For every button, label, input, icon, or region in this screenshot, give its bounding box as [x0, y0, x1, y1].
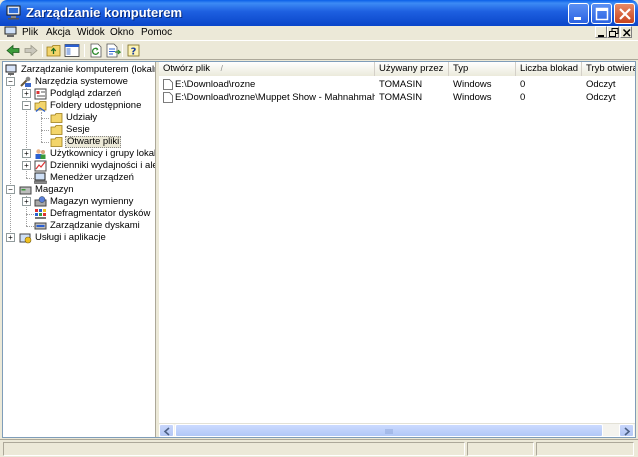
folder-icon: [50, 113, 63, 123]
folder-icon: [50, 137, 63, 147]
collapse-toggle[interactable]: −: [22, 101, 31, 110]
storage-icon: [19, 186, 32, 195]
status-panel: [3, 442, 465, 456]
file-icon: [163, 79, 173, 90]
tree-connector: [41, 112, 42, 142]
removable-storage-icon: [34, 196, 47, 207]
svg-text:?: ?: [131, 47, 137, 58]
arrow-left-icon: [163, 427, 170, 436]
help-icon[interactable]: ?: [126, 43, 142, 58]
export-list-icon[interactable]: [105, 43, 121, 58]
scroll-right-button[interactable]: [619, 424, 634, 437]
close-button[interactable]: [614, 3, 635, 24]
cell-used-by: TOMASIN: [379, 79, 423, 90]
list-header: Otwórz plik / Używany przez Typ Liczba b…: [159, 62, 635, 76]
computer-management-icon: [5, 64, 17, 75]
restore-icon: [609, 28, 619, 37]
tree-connector: [10, 75, 11, 238]
results-list[interactable]: Otwórz plik / Używany przez Typ Liczba b…: [159, 62, 635, 437]
cell-type: Windows: [453, 92, 492, 103]
tree-connector: [41, 130, 49, 131]
horizontal-scrollbar[interactable]: [159, 423, 635, 437]
tree-connector: [26, 226, 34, 227]
menu-pomoc[interactable]: Pomoc: [141, 27, 172, 38]
shared-folder-icon: [34, 101, 47, 112]
column-header-locks[interactable]: Liczba blokad: [516, 62, 582, 76]
tree-connector: [41, 118, 49, 119]
forward-icon[interactable]: [23, 43, 39, 58]
status-panel: [467, 442, 534, 456]
expand-toggle[interactable]: +: [22, 149, 31, 158]
cell-type: Windows: [453, 79, 492, 90]
sort-ascending-icon: /: [220, 64, 223, 73]
menu-widok[interactable]: Widok: [77, 27, 105, 38]
up-folder-icon[interactable]: [46, 43, 62, 58]
performance-logs-icon: [34, 160, 47, 172]
column-header-open-mode[interactable]: Tryb otwierania: [582, 62, 635, 76]
file-icon: [163, 92, 173, 103]
minimize-button[interactable]: [568, 3, 589, 24]
console-tree[interactable]: Zarządzanie komputerem (lokalne) − Narzę…: [3, 62, 156, 437]
expand-toggle[interactable]: +: [6, 233, 15, 242]
cell-open-file: E:\Download\rozne: [175, 79, 256, 90]
table-row[interactable]: E:\Download\rozne TOMASIN Windows 0 Odcz…: [159, 78, 635, 91]
close-icon: [619, 8, 631, 20]
defrag-icon: [35, 209, 46, 219]
users-icon: [35, 149, 46, 159]
tree-connector: [26, 214, 34, 215]
folder-icon: [50, 125, 63, 135]
mdi-restore-button[interactable]: [607, 26, 619, 38]
column-header-type[interactable]: Typ: [449, 62, 516, 76]
column-header-used-by[interactable]: Używany przez: [375, 62, 449, 76]
mdi-close-button[interactable]: [620, 26, 632, 38]
computer-management-icon: [6, 5, 21, 20]
cell-used-by: TOMASIN: [379, 92, 423, 103]
cell-open-mode: Odczyt: [586, 92, 616, 103]
grip-icon: [385, 429, 393, 434]
window-title: Zarządzanie komputerem: [26, 5, 183, 20]
cell-open-file: E:\Download\rozne\Muppet Show - Mahnahma…: [175, 92, 375, 103]
arrow-right-icon: [624, 427, 631, 436]
device-manager-icon: [34, 172, 47, 184]
services-icon: [19, 233, 32, 244]
mdi-minimize-button[interactable]: [595, 26, 607, 38]
tree-connector: [26, 178, 34, 179]
close-icon: [622, 28, 631, 37]
status-panel: [536, 442, 634, 456]
maximize-button[interactable]: [591, 3, 612, 24]
cell-locks: 0: [520, 79, 526, 90]
refresh-icon[interactable]: [88, 43, 104, 58]
disk-management-icon: [34, 222, 47, 230]
menu-akcja[interactable]: Akcja: [46, 27, 70, 38]
minimize-icon: [574, 17, 581, 20]
menu-okno[interactable]: Okno: [110, 27, 134, 38]
table-row[interactable]: E:\Download\rozne\Muppet Show - Mahnahma…: [159, 91, 635, 104]
title-bar[interactable]: Zarządzanie komputerem: [0, 0, 638, 26]
toolbar-separator: [84, 44, 85, 57]
mmc-client-area: Zarządzanie komputerem (lokalne) − Narzę…: [2, 61, 636, 438]
collapse-toggle[interactable]: −: [6, 185, 15, 194]
expand-toggle[interactable]: +: [22, 197, 31, 206]
cell-open-mode: Odczyt: [586, 79, 616, 90]
menu-bar: Plik Akcja Widok Okno Pomoc: [0, 26, 638, 40]
toolbar-separator: [42, 44, 43, 57]
menu-plik[interactable]: Plik: [22, 27, 38, 38]
status-bar: [0, 439, 638, 457]
show-tree-icon[interactable]: [64, 43, 80, 58]
event-viewer-icon: [34, 88, 47, 100]
cell-locks: 0: [520, 92, 526, 103]
toolbar-separator: [122, 44, 123, 57]
mdi-document-icon[interactable]: [4, 26, 18, 39]
expand-toggle[interactable]: +: [22, 161, 31, 170]
back-icon[interactable]: [5, 43, 21, 58]
scroll-left-button[interactable]: [159, 424, 174, 437]
toolbar: ?: [0, 40, 638, 60]
maximize-icon: [595, 7, 609, 21]
scroll-thumb[interactable]: [175, 424, 603, 437]
tree-connector: [41, 142, 49, 143]
expand-toggle[interactable]: +: [22, 89, 31, 98]
tools-icon: [20, 76, 31, 87]
collapse-toggle[interactable]: −: [6, 77, 15, 86]
column-header-open-file[interactable]: Otwórz plik /: [159, 62, 375, 76]
